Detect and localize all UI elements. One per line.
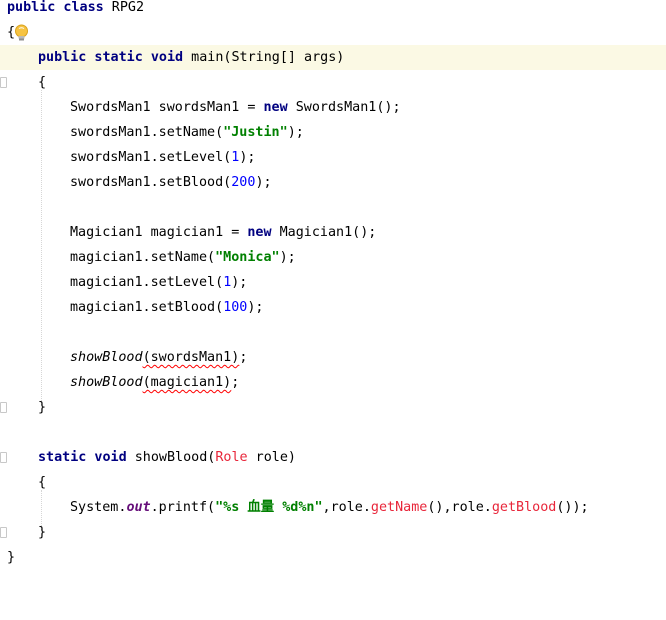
error-arguments: (swordsMan1): [142, 350, 240, 365]
method-call: showBlood: [70, 375, 143, 390]
string-literal: "Justin": [223, 125, 288, 140]
code-text: .printf(: [150, 500, 216, 515]
keyword: new: [247, 225, 272, 240]
code-text: ());: [556, 500, 589, 515]
code-text: magician1.setName(: [70, 250, 216, 265]
code-text: SwordsMan1();: [287, 100, 401, 115]
code-line: }: [0, 520, 666, 545]
code-line: magician1.setLevel(1);: [0, 270, 666, 295]
code-line: SwordsMan1 swordsMan1 = new SwordsMan1()…: [0, 95, 666, 120]
keyword: static void: [38, 450, 127, 465]
code-text: Magician1 magician1 =: [70, 225, 248, 240]
code-text: );: [287, 125, 304, 140]
code-text: );: [239, 150, 256, 165]
lightbulb-icon[interactable]: [13, 24, 30, 42]
code-text: magician1.setLevel(: [70, 275, 224, 290]
code-line: showBlood(magician1);: [0, 370, 666, 395]
code-text: SwordsMan1 swordsMan1 =: [70, 100, 264, 115]
method-signature: main(String[] args): [183, 50, 345, 65]
code-text: magician1.setBlood(: [70, 300, 224, 315]
code-line: magician1.setBlood(100);: [0, 295, 666, 320]
keyword: public class: [7, 0, 104, 15]
code-line: }: [0, 545, 666, 570]
number-literal: 200: [231, 175, 256, 190]
code-text: );: [231, 275, 248, 290]
keyword: new: [263, 100, 288, 115]
method-call: showBlood: [70, 350, 143, 365]
code-line: {: [0, 70, 666, 95]
code-text: (),role.: [427, 500, 492, 515]
code-line: Magician1 magician1 = new Magician1();: [0, 220, 666, 245]
unresolved-method: getBlood: [491, 500, 557, 515]
brace: {: [38, 75, 47, 90]
code-line: magician1.setName("Monica");: [0, 245, 666, 270]
code-text: ;: [239, 350, 248, 365]
code-line: public class RPG2: [0, 0, 666, 20]
code-editor[interactable]: public class RPG2 { public static void m…: [0, 0, 666, 576]
code-line: showBlood(swordsMan1);: [0, 345, 666, 370]
error-arguments: (magician1): [142, 375, 232, 390]
code-line: swordsMan1.setBlood(200);: [0, 170, 666, 195]
code-text: System.: [70, 500, 127, 515]
code-text: ;: [231, 375, 240, 390]
code-text: Magician1();: [271, 225, 377, 240]
brace: }: [38, 400, 47, 415]
code-line: swordsMan1.setName("Justin");: [0, 120, 666, 145]
code-line: {: [0, 470, 666, 495]
code-line: {: [0, 20, 666, 45]
code-text: );: [255, 175, 272, 190]
code-line: static void showBlood(Role role): [0, 445, 666, 470]
code-text: swordsMan1.setName(: [70, 125, 224, 140]
code-text: role): [247, 450, 296, 465]
method-signature: showBlood(: [126, 450, 216, 465]
number-literal: 100: [223, 300, 248, 315]
code-text: );: [247, 300, 264, 315]
code-text: swordsMan1.setBlood(: [70, 175, 232, 190]
string-literal: "Monica": [215, 250, 280, 265]
unresolved-type: Role: [215, 450, 248, 465]
unresolved-method: getName: [370, 500, 428, 515]
keyword: public static void: [38, 50, 184, 65]
code-line: System.out.printf("%s 血量 %d%n",role.getN…: [0, 495, 666, 520]
code-text: );: [279, 250, 296, 265]
brace: }: [7, 550, 16, 565]
brace: {: [38, 475, 47, 490]
code-text: ,role.: [322, 500, 371, 515]
code-line: swordsMan1.setLevel(1);: [0, 145, 666, 170]
code-text: swordsMan1.setLevel(: [70, 150, 232, 165]
static-field: out: [126, 500, 151, 515]
caret-line: public static void main(String[] args): [0, 45, 666, 70]
code-line: }: [0, 395, 666, 420]
class-name: RPG2: [103, 0, 145, 15]
brace: }: [38, 525, 47, 540]
string-literal: "%s 血量 %d%n": [215, 500, 323, 515]
